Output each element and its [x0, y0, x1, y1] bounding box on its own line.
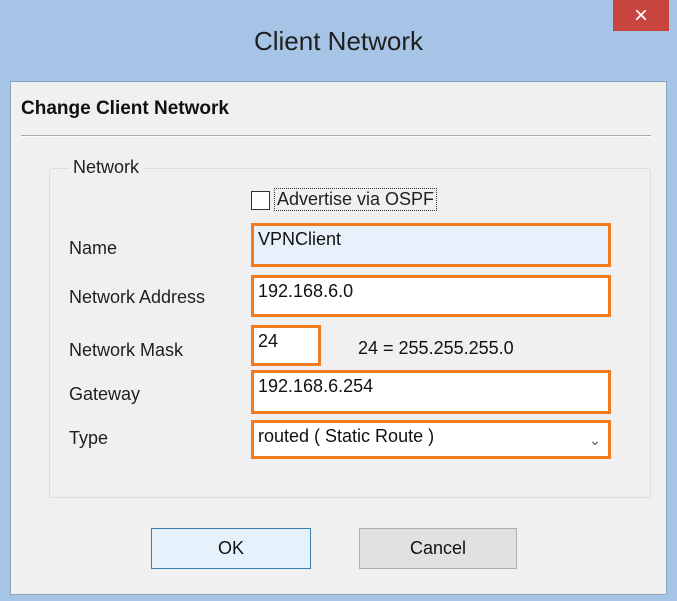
name-field[interactable]: VPNClient: [251, 223, 611, 267]
type-select-value: routed ( Static Route ): [258, 426, 435, 446]
ok-button[interactable]: OK: [151, 528, 311, 569]
close-icon: ×: [633, 1, 648, 29]
cancel-button[interactable]: Cancel: [359, 528, 517, 569]
chevron-down-icon[interactable]: ⌄: [584, 425, 606, 456]
network-mask-field[interactable]: 24: [251, 325, 321, 366]
dialog-window: Client Network × Change Client Network N…: [0, 0, 677, 601]
name-label: Name: [69, 238, 118, 258]
network-address-field[interactable]: 192.168.6.0: [251, 275, 611, 317]
type-label: Type: [69, 428, 109, 448]
type-select[interactable]: routed ( Static Route ) ⌄: [251, 420, 611, 459]
advertise-ospf-checkbox[interactable]: [251, 191, 270, 210]
advertise-ospf-label[interactable]: Advertise via OSPF: [274, 188, 438, 211]
close-button[interactable]: ×: [613, 0, 669, 31]
gateway-label: Gateway: [69, 384, 141, 404]
dialog-body: Change Client Network Network Advertise …: [10, 81, 667, 595]
dialog-heading: Change Client Network: [21, 98, 229, 119]
groupbox-legend: Network: [69, 157, 144, 178]
separator: [21, 135, 651, 137]
network-mask-label: Network Mask: [69, 340, 184, 360]
title-bar[interactable]: Client Network ×: [0, 0, 677, 81]
network-address-label: Network Address: [69, 287, 206, 307]
network-mask-hint: 24 = 255.255.255.0: [358, 338, 514, 358]
window-title: Client Network: [253, 26, 424, 56]
gateway-field[interactable]: 192.168.6.254: [251, 370, 611, 414]
